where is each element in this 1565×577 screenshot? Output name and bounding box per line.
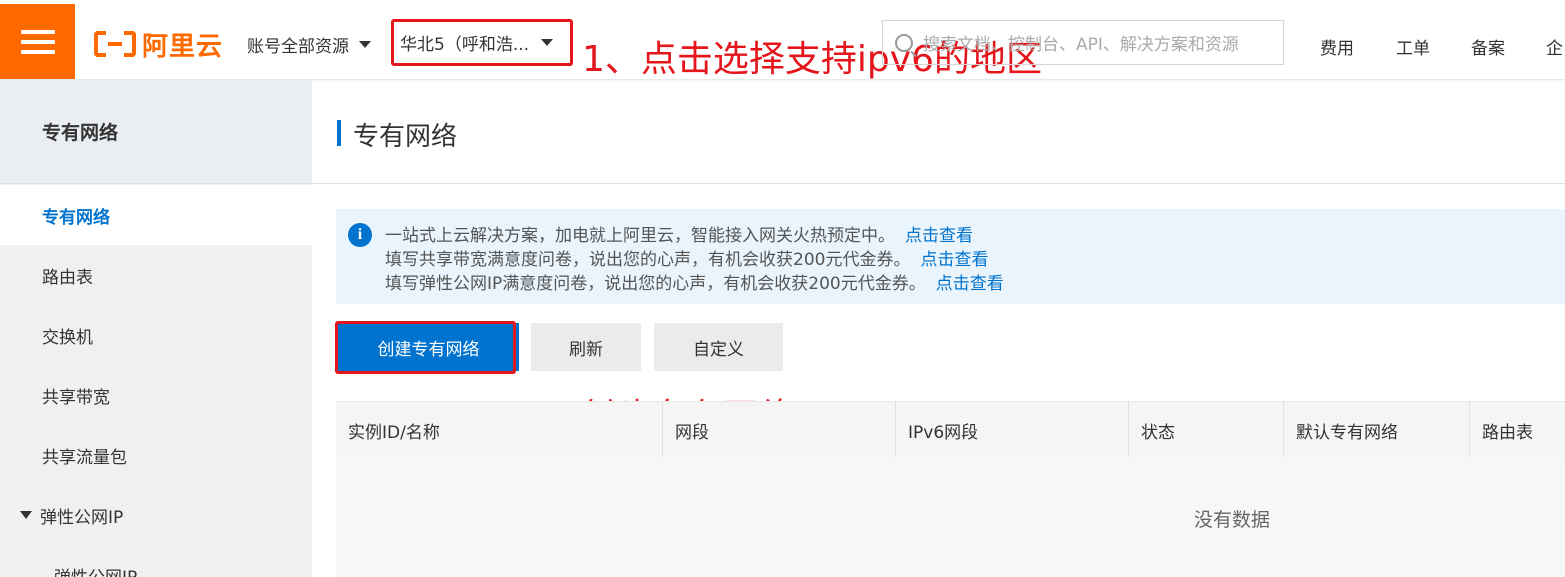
- page-header: 专有网络: [312, 80, 1565, 184]
- notice-banner: i 一站式上云解决方案，加电就上阿里云，智能接入网关火热预定中。 点击查看 填写共…: [336, 209, 1565, 304]
- column-header-route-table: 路由表: [1469, 402, 1565, 458]
- sidebar-item-label: 交换机: [42, 327, 93, 348]
- empty-state-text: 没有数据: [1194, 509, 1271, 531]
- logo-text: 阿里云: [142, 31, 224, 62]
- notice-line: 一站式上云解决方案，加电就上阿里云，智能接入网关火热预定中。 点击查看: [385, 221, 973, 246]
- notice-line: 填写共享带宽满意度问卷，说出您的心声，有机会收获200元代金券。 点击查看: [385, 245, 988, 270]
- sidebar-item-shared-bandwidth[interactable]: 共享带宽: [0, 365, 312, 425]
- table-body: 没有数据: [336, 457, 1565, 577]
- search-placeholder: 搜索文档、控制台、API、解决方案和资源: [923, 35, 1239, 55]
- notice-text: 填写共享带宽满意度问卷，说出您的心声，有机会收获200元代金券。: [385, 250, 911, 270]
- sidebar-item-shared-traffic[interactable]: 共享流量包: [0, 425, 312, 485]
- aliyun-logo-icon: [94, 31, 136, 57]
- column-header-ipv6-cidr: IPv6网段: [895, 402, 1128, 458]
- expand-triangle-icon: [20, 511, 32, 519]
- nav-icp[interactable]: 备案: [1471, 34, 1505, 59]
- sidebar-item-vpc[interactable]: 专有网络: [0, 185, 312, 245]
- hamburger-menu-button[interactable]: [0, 4, 75, 79]
- notice-link[interactable]: 点击查看: [936, 274, 1004, 294]
- sidebar-item-label: 共享流量包: [42, 447, 127, 468]
- customize-button[interactable]: 自定义: [654, 323, 783, 371]
- sidebar-subitem-eip[interactable]: 弹性公网IP: [0, 545, 312, 577]
- sidebar-title: 专有网络: [0, 80, 312, 184]
- page-title: 专有网络: [353, 122, 458, 152]
- sidebar-item-label: 弹性公网IP: [54, 563, 137, 577]
- column-header-status: 状态: [1128, 402, 1283, 458]
- hamburger-icon: [20, 29, 55, 54]
- caret-down-icon: [359, 41, 371, 48]
- sidebar-item-vswitch[interactable]: 交换机: [0, 305, 312, 365]
- sidebar-item-label: 路由表: [42, 267, 93, 288]
- search-icon: [895, 33, 913, 52]
- notice-link[interactable]: 点击查看: [905, 226, 973, 246]
- column-header-default-vpc: 默认专有网络: [1283, 402, 1469, 458]
- info-icon: i: [348, 223, 372, 247]
- column-header-cidr: 网段: [662, 402, 895, 458]
- sidebar-group-eip[interactable]: 弹性公网IP: [0, 485, 312, 545]
- notice-line: 填写弹性公网IP满意度问卷，说出您的心声，有机会收获200元代金券。 点击查看: [385, 269, 1004, 294]
- sidebar-item-label: 共享带宽: [42, 387, 110, 408]
- create-button-highlight: [335, 321, 516, 374]
- global-search-box[interactable]: 搜索文档、控制台、API、解决方案和资源: [882, 20, 1284, 65]
- sidebar: 专有网络 专有网络 路由表 交换机 共享带宽 共享流量包 弹性公网IP 弹性公网…: [0, 80, 312, 577]
- account-resource-dropdown[interactable]: 账号全部资源: [247, 32, 371, 57]
- refresh-button[interactable]: 刷新: [531, 323, 641, 371]
- region-label: 华北5（呼和浩...: [400, 35, 530, 55]
- sidebar-item-label: 专有网络: [42, 207, 110, 228]
- table-header: 实例ID/名称 网段 IPv6网段 状态 默认专有网络 路由表: [336, 401, 1565, 458]
- notice-text: 一站式上云解决方案，加电就上阿里云，智能接入网关火热预定中。: [385, 226, 895, 246]
- nav-billing[interactable]: 费用: [1320, 34, 1354, 59]
- aliyun-logo[interactable]: 阿里云: [94, 28, 224, 62]
- top-bar: 阿里云 账号全部资源 华北5（呼和浩... 1、点击选择支持ipv6的地区 搜索…: [0, 0, 1565, 80]
- sidebar-item-label: 弹性公网IP: [40, 507, 124, 528]
- sidebar-item-route-table[interactable]: 路由表: [0, 245, 312, 305]
- notice-text: 填写弹性公网IP满意度问卷，说出您的心声，有机会收获200元代金券。: [385, 274, 926, 294]
- title-accent-bar: [337, 120, 341, 146]
- account-label: 账号全部资源: [247, 37, 349, 57]
- column-header-id: 实例ID/名称: [348, 422, 440, 443]
- nav-enterprise[interactable]: 企: [1546, 34, 1563, 59]
- notice-link[interactable]: 点击查看: [920, 250, 988, 270]
- region-selector[interactable]: 华北5（呼和浩...: [391, 19, 573, 66]
- caret-down-icon: [541, 39, 554, 46]
- nav-tickets[interactable]: 工单: [1396, 34, 1430, 59]
